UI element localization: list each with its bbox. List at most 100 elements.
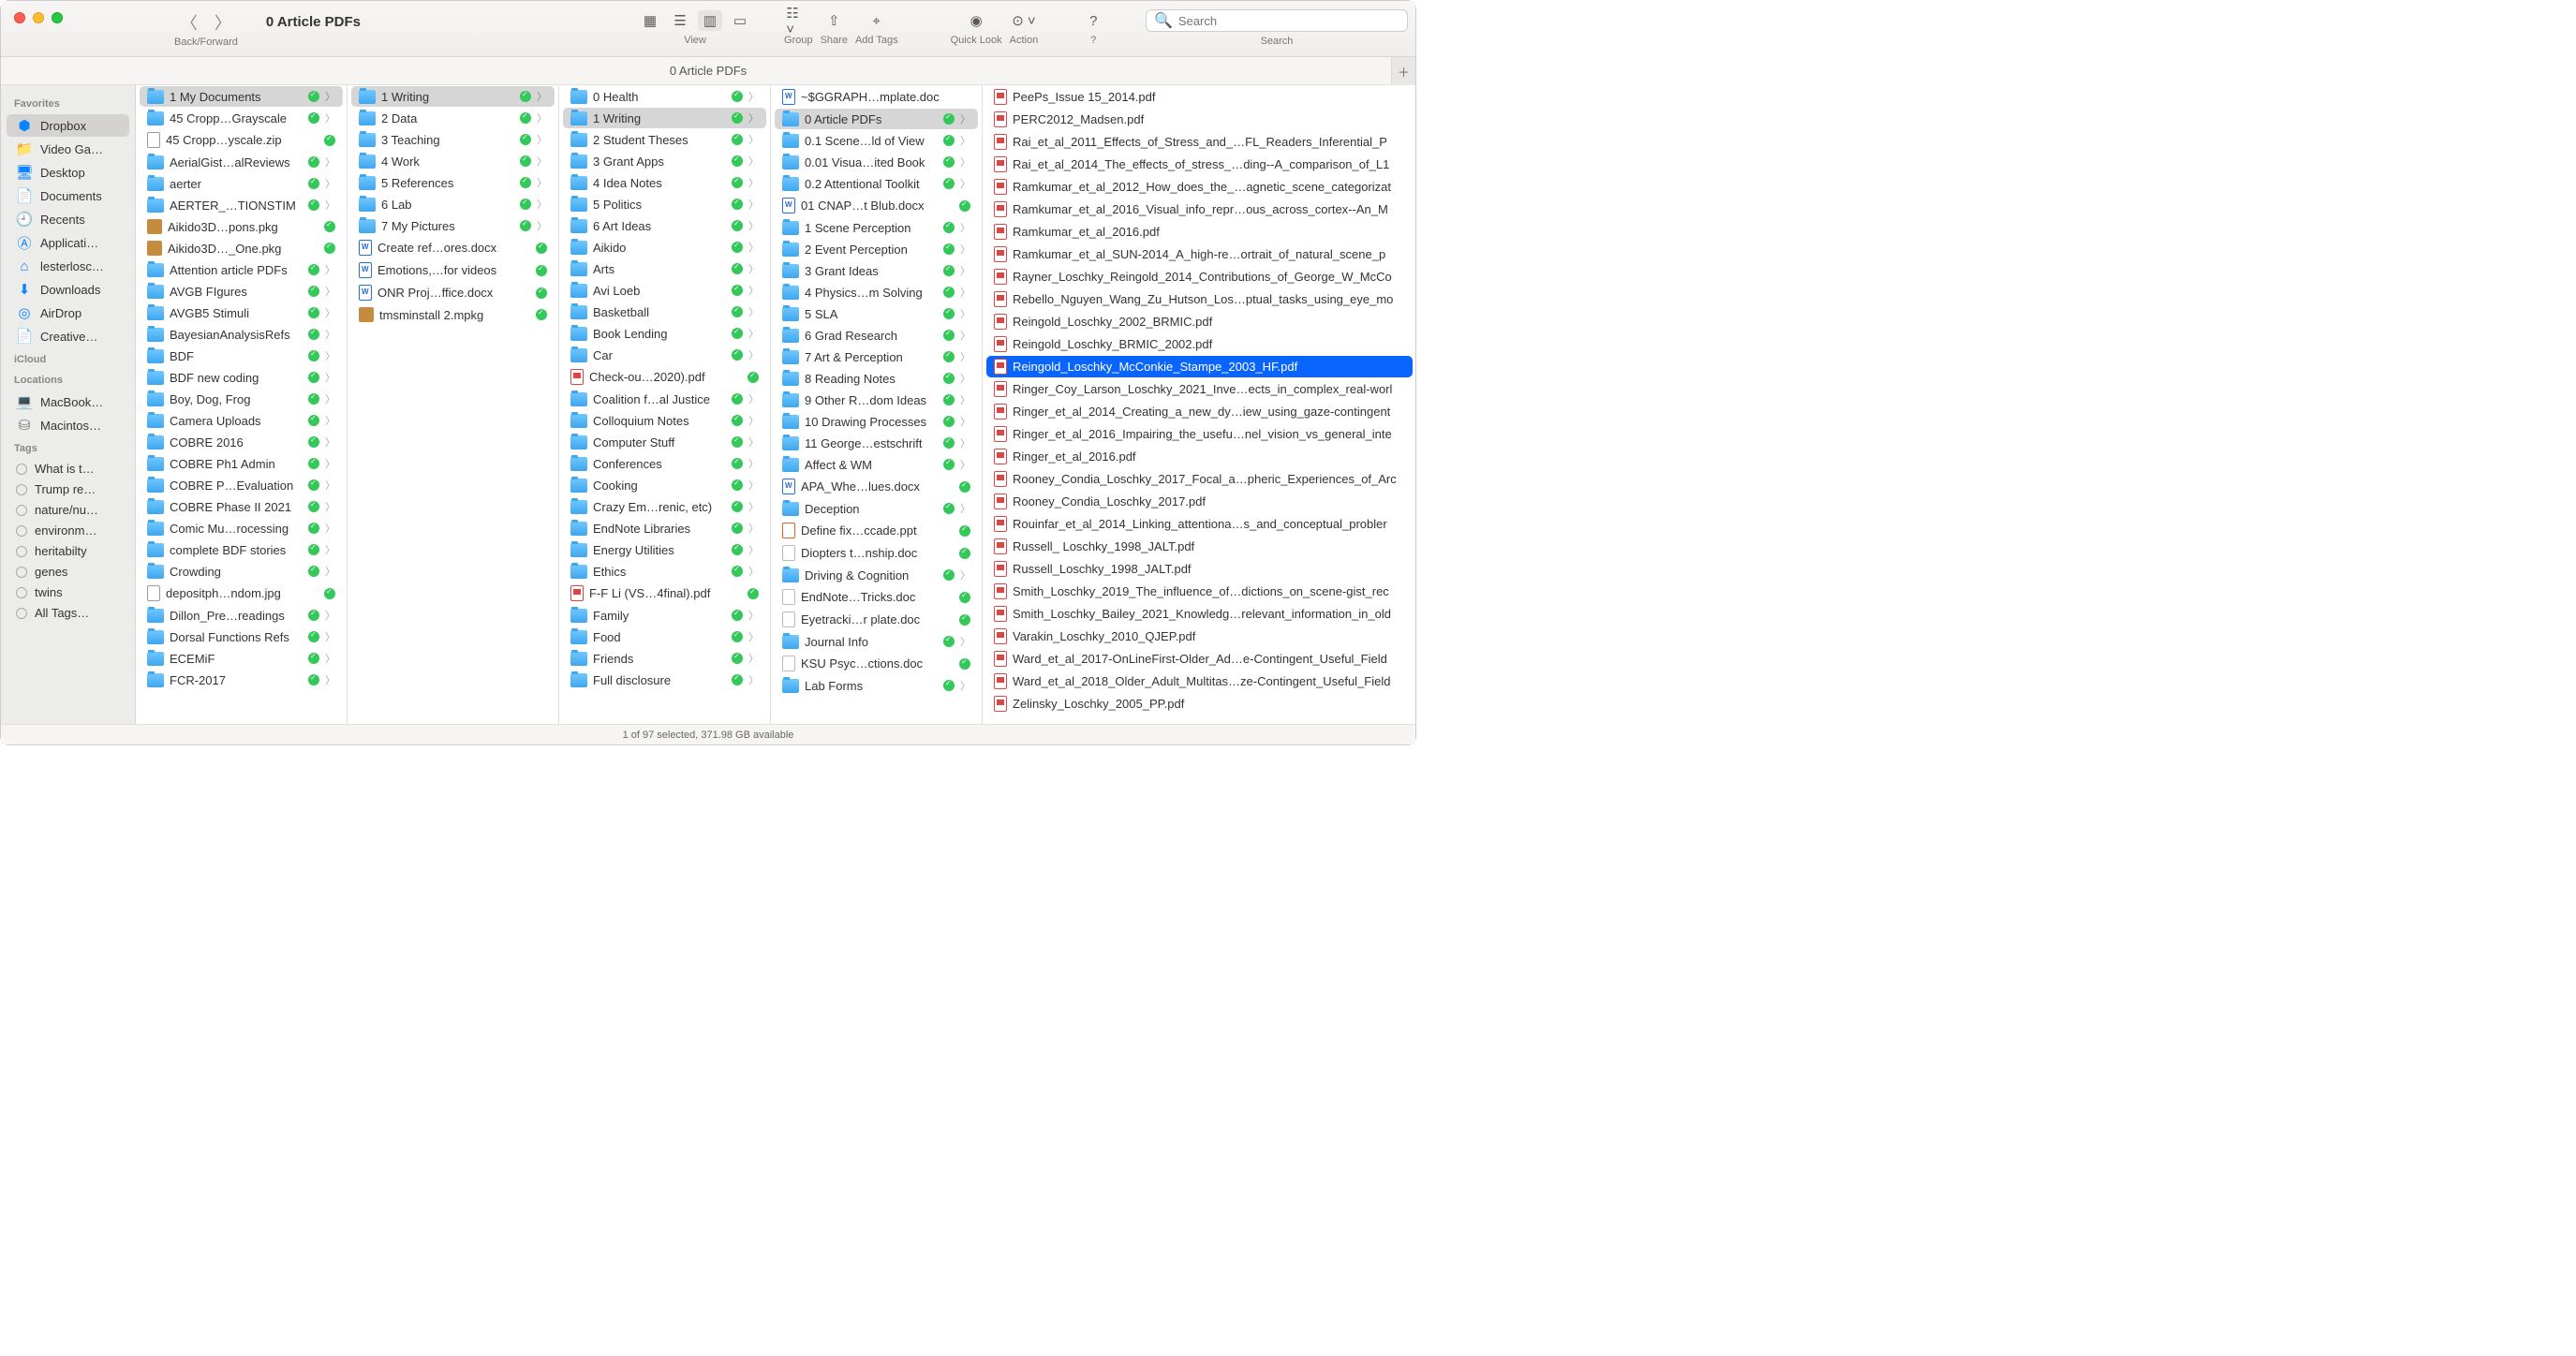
file-row[interactable]: Diopters t…nship.doc (775, 542, 978, 564)
file-row[interactable]: 45 Cropp…yscale.zip (140, 129, 343, 151)
file-row[interactable]: 5 References〉 (351, 172, 555, 193)
file-row[interactable]: complete BDF stories〉 (140, 539, 343, 560)
sidebar-item-documents[interactable]: 📄Documents (7, 184, 129, 207)
file-row[interactable]: Driving & Cognition〉 (775, 565, 978, 585)
view-icons-button[interactable]: ▦ (638, 10, 662, 31)
file-row[interactable]: Reingold_Loschky_BRMIC_2002.pdf (986, 333, 1413, 355)
file-row[interactable]: Conferences〉 (563, 453, 766, 474)
file-row[interactable]: tmsminstall 2.mpkg (351, 304, 555, 325)
file-row[interactable]: Deception〉 (775, 498, 978, 519)
file-row[interactable]: 7 My Pictures〉 (351, 215, 555, 236)
file-row[interactable]: Lab Forms〉 (775, 675, 978, 696)
sidebar-tag-nature-nu-[interactable]: nature/nu… (7, 500, 129, 520)
file-row[interactable]: Ward_et_al_2017-OnLineFirst-Older_Ad…e-C… (986, 648, 1413, 670)
file-row[interactable]: 6 Grad Research〉 (775, 325, 978, 346)
file-row[interactable]: Ringer_Coy_Larson_Loschky_2021_Inve…ects… (986, 378, 1413, 400)
file-row[interactable]: Cooking〉 (563, 475, 766, 495)
file-row[interactable]: 2 Data〉 (351, 108, 555, 128)
file-row[interactable]: Russell_ Loschky_1998_JALT.pdf (986, 536, 1413, 557)
file-row[interactable]: Rouinfar_et_al_2014_Linking_attentiona…s… (986, 513, 1413, 535)
sidebar-item-desktop[interactable]: 🖥Desktop (7, 161, 129, 184)
sidebar-item-creative-[interactable]: 📄Creative… (7, 325, 129, 347)
file-row[interactable]: AVGB5 Stimuli〉 (140, 302, 343, 323)
file-row[interactable]: AerialGist…alReviews〉 (140, 152, 343, 172)
file-row[interactable]: BDF new coding〉 (140, 367, 343, 388)
file-row[interactable]: Computer Stuff〉 (563, 432, 766, 452)
file-row[interactable]: Ringer_et_al_2016.pdf (986, 446, 1413, 467)
file-row[interactable]: Rooney_Condia_Loschky_2017.pdf (986, 491, 1413, 512)
file-row[interactable]: 6 Lab〉 (351, 194, 555, 214)
file-row[interactable]: 45 Cropp…Grayscale〉 (140, 108, 343, 128)
file-row[interactable]: Crazy Em…renic, etc)〉 (563, 496, 766, 517)
file-row[interactable]: Reingold_Loschky_McConkie_Stampe_2003_HF… (986, 356, 1413, 377)
file-row[interactable]: COBRE Phase II 2021〉 (140, 496, 343, 517)
file-row[interactable]: 0 Health〉 (563, 86, 766, 107)
sidebar-item-applicati-[interactable]: ⒶApplicati… (7, 231, 129, 254)
file-row[interactable]: PERC2012_Madsen.pdf (986, 109, 1413, 130)
file-row[interactable]: COBRE 2016〉 (140, 432, 343, 452)
search-input[interactable] (1178, 14, 1399, 28)
file-row[interactable]: 3 Grant Ideas〉 (775, 260, 978, 281)
sidebar-tag-trump-re-[interactable]: Trump re… (7, 479, 129, 499)
back-button[interactable]: 〈 (181, 10, 198, 35)
file-row[interactable]: 3 Grant Apps〉 (563, 151, 766, 171)
file-row[interactable]: depositph…ndom.jpg (140, 582, 343, 604)
file-row[interactable]: Smith_Loschky_Bailey_2021_Knowledg…relev… (986, 603, 1413, 625)
group-button[interactable]: ☷ ˅ (786, 10, 810, 31)
action-button[interactable]: ⊙ ˅ (1012, 10, 1036, 31)
file-row[interactable]: Ringer_et_al_2014_Creating_a_new_dy…iew_… (986, 401, 1413, 422)
file-row[interactable]: Full disclosure〉 (563, 670, 766, 690)
sidebar-item-video-ga-[interactable]: 📁Video Ga… (7, 138, 129, 160)
file-row[interactable]: Book Lending〉 (563, 323, 766, 344)
file-row[interactable]: Rooney_Condia_Loschky_2017_Focal_a…pheri… (986, 468, 1413, 490)
file-row[interactable]: Ringer_et_al_2016_Impairing_the_usefu…ne… (986, 423, 1413, 445)
file-row[interactable]: Arts〉 (563, 258, 766, 279)
file-row[interactable]: 01 CNAP…t Blub.docx (775, 195, 978, 216)
sidebar-item-macintos-[interactable]: ⛁Macintos… (7, 414, 129, 436)
close-window-button[interactable] (14, 12, 25, 23)
sidebar-item-dropbox[interactable]: ⬢Dropbox (7, 114, 129, 137)
file-row[interactable]: Smith_Loschky_2019_The_influence_of…dict… (986, 581, 1413, 602)
file-row[interactable]: aerter〉 (140, 173, 343, 194)
file-row[interactable]: Rayner_Loschky_Reingold_2014_Contributio… (986, 266, 1413, 287)
file-row[interactable]: Ward_et_al_2018_Older_Adult_Multitas…ze-… (986, 671, 1413, 692)
file-row[interactable]: EndNote…Tricks.doc (775, 586, 978, 608)
file-row[interactable]: Journal Info〉 (775, 631, 978, 652)
sidebar-tag-twins[interactable]: twins (7, 582, 129, 602)
file-row[interactable]: 10 Drawing Processes〉 (775, 411, 978, 432)
file-row[interactable]: Energy Utilities〉 (563, 539, 766, 560)
file-row[interactable]: 0.01 Visua…ited Book〉 (775, 152, 978, 172)
file-row[interactable]: Ramkumar_et_al_2012_How_does_the_…agneti… (986, 176, 1413, 198)
file-row[interactable]: Rebello_Nguyen_Wang_Zu_Hutson_Los…ptual_… (986, 288, 1413, 310)
file-row[interactable]: Dillon_Pre…readings〉 (140, 605, 343, 626)
file-row[interactable]: AVGB FIgures〉 (140, 281, 343, 302)
sidebar-tag-environm-[interactable]: environm… (7, 521, 129, 540)
sidebar-tag-all-tags-[interactable]: All Tags… (7, 603, 129, 623)
file-row[interactable]: 1 Writing〉 (563, 108, 766, 128)
search-box[interactable]: 🔍 (1146, 9, 1408, 32)
file-row[interactable]: ONR Proj…ffice.docx (351, 282, 555, 303)
file-row[interactable]: BDF〉 (140, 346, 343, 366)
file-row[interactable]: Varakin_Loschky_2010_QJEP.pdf (986, 626, 1413, 647)
file-row[interactable]: Ramkumar_et_al_SUN-2014_A_high-re…ortrai… (986, 243, 1413, 265)
file-row[interactable]: 1 Scene Perception〉 (775, 217, 978, 238)
file-row[interactable]: Create ref…ores.docx (351, 237, 555, 258)
file-row[interactable]: Family〉 (563, 605, 766, 626)
file-row[interactable]: Rai_et_al_2011_Effects_of_Stress_and_…FL… (986, 131, 1413, 153)
file-row[interactable]: Basketball〉 (563, 302, 766, 322)
file-row[interactable]: Colloquium Notes〉 (563, 410, 766, 431)
sidebar-tag-what-is-t-[interactable]: What is t… (7, 459, 129, 479)
file-row[interactable]: EndNote Libraries〉 (563, 518, 766, 538)
forward-button[interactable]: 〉 (215, 10, 231, 35)
sidebar-item-macbook-[interactable]: 💻MacBook… (7, 391, 129, 413)
file-row[interactable]: ~$GGRAPH…mplate.doc (775, 86, 978, 108)
file-row[interactable]: Ramkumar_et_al_2016.pdf (986, 221, 1413, 243)
file-row[interactable]: F-F Li (VS…4final).pdf (563, 582, 766, 604)
help-button[interactable]: ? (1081, 10, 1105, 31)
new-tab-button[interactable]: ＋ (1391, 57, 1415, 85)
file-row[interactable]: 0.1 Scene…ld of View〉 (775, 130, 978, 151)
file-row[interactable]: 4 Work〉 (351, 151, 555, 171)
sidebar-tag-genes[interactable]: genes (7, 562, 129, 582)
addtags-button[interactable]: ⌖ (865, 10, 889, 31)
share-button[interactable]: ⇧ (822, 10, 846, 31)
